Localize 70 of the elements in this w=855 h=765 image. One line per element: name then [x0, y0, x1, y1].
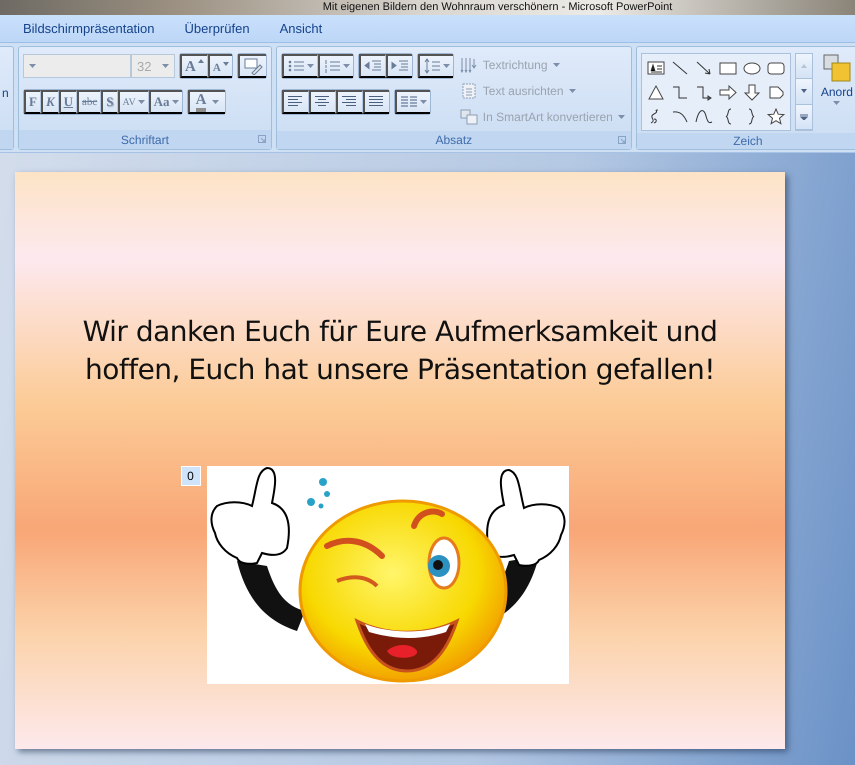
- text-direction-icon: [460, 56, 478, 74]
- line-icon[interactable]: [670, 60, 689, 76]
- slide-title: Wir danken Euch für Eure Aufmerksamkeit und hoffen, Euch hat unsere Präsentation gefallen!: [82, 314, 718, 388]
- caret-icon[interactable]: [212, 100, 220, 104]
- triangle-icon[interactable]: [646, 84, 665, 100]
- right-arrow-icon[interactable]: [718, 84, 737, 100]
- arrange-button[interactable]: Anord: [816, 53, 855, 131]
- smartart-icon: [460, 108, 478, 126]
- align-text-icon: [460, 82, 478, 100]
- animation-tag[interactable]: 0: [180, 466, 200, 486]
- arrow-icon[interactable]: [694, 60, 713, 76]
- bold-button[interactable]: F: [24, 90, 41, 114]
- caret-icon[interactable]: [29, 64, 36, 68]
- caret-icon[interactable]: [342, 64, 350, 68]
- up-caret-icon: [198, 59, 204, 63]
- caret-icon[interactable]: [138, 100, 145, 104]
- line-spacing-icon: [422, 58, 441, 74]
- bullets-button[interactable]: [282, 54, 318, 78]
- shadow-button[interactable]: S: [101, 90, 118, 114]
- more-icon[interactable]: [800, 114, 808, 120]
- font-size-value: 32: [137, 58, 152, 74]
- caret-icon[interactable]: [442, 64, 450, 68]
- down-arrow-icon[interactable]: [742, 84, 761, 100]
- caret-icon[interactable]: [162, 64, 169, 68]
- underline-button[interactable]: U: [58, 90, 78, 114]
- oval-icon[interactable]: [742, 60, 761, 76]
- align-right-button[interactable]: [336, 90, 363, 114]
- ribbon-tab[interactable]: Ansicht: [266, 16, 336, 41]
- arrange-icon: [822, 53, 852, 83]
- bulleted-list-icon: [286, 58, 305, 74]
- italic-button[interactable]: K: [40, 90, 59, 114]
- caret-icon[interactable]: [833, 101, 840, 105]
- grow-font-button[interactable]: A: [180, 54, 208, 78]
- font-size-field[interactable]: 32: [131, 54, 175, 78]
- scroll-down-icon[interactable]: [800, 88, 808, 94]
- eraser-icon: [242, 57, 263, 75]
- caret-icon[interactable]: [420, 100, 427, 104]
- center-button[interactable]: [308, 90, 336, 114]
- group-title: Schriftart: [120, 132, 169, 146]
- group-title: Absatz: [435, 133, 472, 147]
- numbered-list-icon: [322, 58, 341, 74]
- font-color-button[interactable]: A: [188, 90, 226, 114]
- text-box-icon[interactable]: [646, 60, 665, 76]
- justify-button[interactable]: [362, 90, 389, 114]
- star-icon[interactable]: [766, 108, 785, 124]
- increase-indent-button[interactable]: [386, 54, 412, 78]
- font-name-field[interactable]: [23, 54, 131, 78]
- font-color-label: A: [196, 92, 206, 112]
- character-spacing-button[interactable]: AV: [118, 90, 149, 114]
- down-caret-icon: [222, 62, 229, 66]
- window-title: Mit eigenen Bildern den Wohnraum verschönern - Microsoft PowerPoint: [322, 0, 674, 15]
- rectangle-icon[interactable]: [718, 60, 737, 76]
- numbering-button[interactable]: [318, 54, 353, 78]
- group-title: Zeich: [733, 134, 763, 148]
- decrease-indent-button[interactable]: [358, 54, 386, 78]
- ribbon-button[interactable]: n: [0, 81, 11, 105]
- group-title-bar: [0, 130, 13, 149]
- caret-icon[interactable]: [172, 100, 179, 104]
- strikethrough-button[interactable]: abc: [77, 90, 102, 114]
- ribbon-tab[interactable]: Bildschirmpräsentation: [10, 16, 168, 41]
- shrink-font-button[interactable]: A: [208, 54, 232, 78]
- elbow-connector-icon[interactable]: [670, 84, 689, 100]
- align-left-button[interactable]: [282, 90, 309, 114]
- caret-icon[interactable]: [306, 64, 314, 68]
- elbow-arrow-icon[interactable]: [694, 84, 713, 100]
- change-case-button[interactable]: Aa: [148, 90, 182, 114]
- curve-icon[interactable]: [694, 108, 713, 124]
- snip-shape-icon[interactable]: [766, 84, 785, 100]
- ribbon-tab[interactable]: Überprüfen: [172, 16, 263, 41]
- rounded-rectangle-icon[interactable]: [766, 60, 785, 76]
